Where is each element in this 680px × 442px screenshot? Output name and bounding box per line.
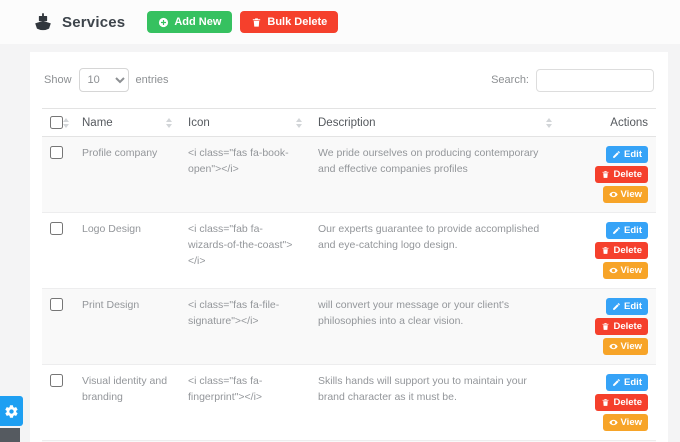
trash-icon [253,17,261,27]
bulk-delete-button[interactable]: Bulk Delete [240,11,339,33]
eye-icon [608,419,618,426]
row-checkbox[interactable] [50,298,63,311]
table-header-row: Name Icon Description Actions [42,108,656,137]
sort-icon [63,117,69,128]
services-card: Show 10 entries Search: Name Icon Descri… [30,52,668,442]
eye-icon [608,191,618,198]
show-label: Show [44,74,72,86]
service-description: Skills hands will support you to maintai… [310,364,560,441]
search-control: Search: [491,68,654,92]
pencil-icon [613,303,620,310]
services-table: Name Icon Description Actions Profile co… [42,108,656,442]
table-row: Profile company <i class="fas fa-book-op… [42,136,656,213]
trash-icon [602,323,609,330]
table-row: Logo Design <i class="fab fa-wizards-of-… [42,212,656,289]
delete-button[interactable]: Delete [595,394,648,411]
add-new-button[interactable]: Add New [147,11,233,33]
column-header-name[interactable]: Name [74,108,180,137]
pencil-icon [613,379,620,386]
trash-icon [602,171,609,178]
eye-icon [608,267,618,274]
row-checkbox[interactable] [50,374,63,387]
view-button[interactable]: View [602,414,648,431]
service-icon-code: <i class="fas fa-book-open"></i> [180,136,310,213]
entries-label: entries [135,74,169,86]
view-button[interactable]: View [602,338,648,355]
service-name: Print Design [74,288,180,365]
delete-button[interactable]: Delete [595,318,648,335]
row-actions: Edit Delete View [568,146,648,203]
page-length-control: Show 10 entries [44,68,169,92]
select-all-header[interactable] [42,108,74,137]
delete-button[interactable]: Delete [595,242,648,259]
table-row: Print Design <i class="fas fa-file-signa… [42,288,656,365]
column-header-icon[interactable]: Icon [180,108,310,137]
page-length-select[interactable]: 10 [78,68,129,92]
column-header-actions: Actions [560,108,656,137]
row-checkbox[interactable] [50,146,63,159]
service-icon-code: <i class="fas fa-file-signature"></i> [180,288,310,365]
service-name: Logo Design [74,212,180,289]
trash-icon [602,399,609,406]
service-description: will convert your message or your client… [310,288,560,365]
pencil-icon [613,227,620,234]
service-description: Our experts guarantee to provide accompl… [310,212,560,289]
search-label: Search: [491,74,529,86]
settings-toggle-button[interactable] [0,396,23,426]
pencil-icon [613,151,620,158]
search-input[interactable] [536,68,654,92]
table-body: Profile company <i class="fas fa-book-op… [42,136,656,442]
service-icon-code: <i class="fas fa-fingerprint"></i> [180,364,310,441]
edit-button[interactable]: Edit [606,374,648,391]
plus-circle-icon [159,17,169,27]
eye-icon [608,343,618,350]
service-name: Profile company [74,136,180,213]
row-checkbox[interactable] [50,222,63,235]
service-name: Visual identity and branding [74,364,180,441]
sort-icon [546,117,552,128]
side-toggle-button[interactable] [0,428,20,442]
sort-icon [296,117,302,128]
view-button[interactable]: View [602,186,648,203]
service-icon-code: <i class="fab fa-wizards-of-the-coast"><… [180,212,310,289]
ship-icon [35,13,51,31]
column-header-description[interactable]: Description [310,108,560,137]
edit-button[interactable]: Edit [606,222,648,239]
delete-button[interactable]: Delete [595,166,648,183]
page-header: Services Add New Bulk Delete [0,0,680,44]
gear-icon [5,404,18,418]
edit-button[interactable]: Edit [606,146,648,163]
edit-button[interactable]: Edit [606,298,648,315]
select-all-checkbox[interactable] [50,116,63,129]
row-actions: Edit Delete View [568,222,648,279]
table-row: Visual identity and branding <i class="f… [42,364,656,441]
service-description: We pride ourselves on producing contempo… [310,136,560,213]
table-controls: Show 10 entries Search: [44,68,654,92]
view-button[interactable]: View [602,262,648,279]
row-actions: Edit Delete View [568,298,648,355]
sort-icon [166,117,172,128]
page-title: Services [62,13,126,31]
row-actions: Edit Delete View [568,374,648,431]
trash-icon [602,247,609,254]
